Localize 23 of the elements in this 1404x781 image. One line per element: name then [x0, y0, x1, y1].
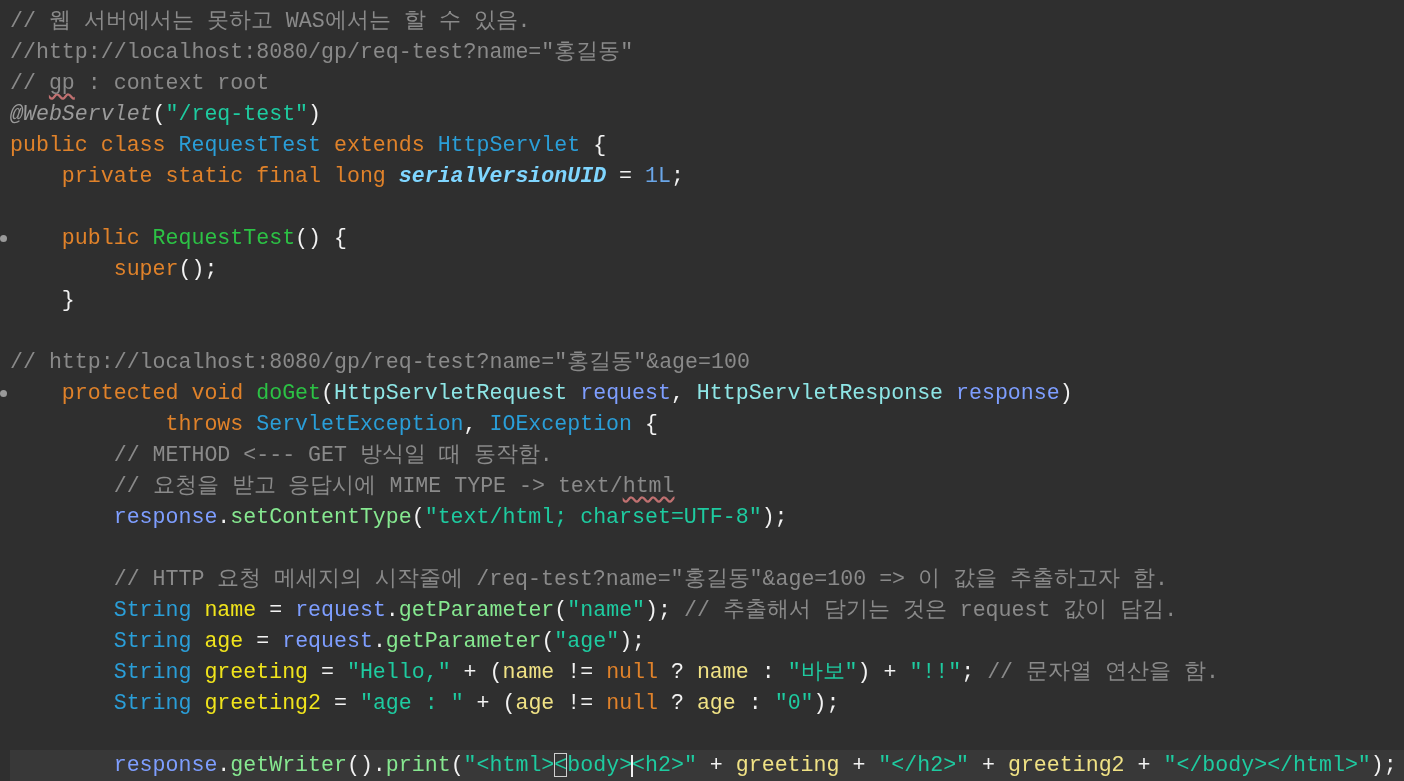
code-line: public RequestTest() {: [60, 225, 347, 252]
code-line: // 웹 서버에서는 못하고 WAS에서는 할 수 있음.: [10, 8, 531, 35]
code-line: throws ServletException, IOException {: [164, 411, 658, 438]
code-line: //http://localhost:8080/gp/req-test?name="홍길동": [10, 39, 634, 66]
code-line: protected void doGet(HttpServletRequest request, HttpServletResponse response): [60, 380, 1073, 407]
code-line: // http://localhost:8080/gp/req-test?name="홍길동"&age=100: [10, 349, 750, 376]
code-line: super();: [112, 256, 218, 283]
code-line: String greeting2 = "age : " + (age != null ? age : "0");: [112, 690, 840, 717]
fold-marker-icon[interactable]: [0, 235, 7, 242]
code-line: public class RequestTest extends HttpServlet {: [10, 132, 607, 159]
code-line: String age = request.getParameter("age");: [112, 628, 646, 655]
fold-marker-icon[interactable]: [0, 390, 7, 397]
code-line: String greeting = "Hello," + (name != null ? name : "바보") + "!!"; // 문자열 연산을 함.: [112, 659, 1219, 686]
code-line: private static final long serialVersionUID = 1L;: [60, 163, 684, 190]
code-line: // gp : context root: [10, 70, 270, 97]
code-line: }: [60, 287, 75, 314]
code-line: @WebServlet("/req-test"): [10, 101, 322, 128]
code-line: // HTTP 요청 메세지의 시작줄에 /req-test?name="홍길동"&age=100 => 이 값을 추출하고자 함.: [112, 566, 1168, 593]
code-line: // 요청을 받고 응답시에 MIME TYPE -> text/html: [112, 473, 675, 500]
code-line: response.getWriter().print("<html><body><h2>" + greeting + "</h2>" + greeting2 + "</body></html>");: [112, 752, 1397, 779]
code-line: // METHOD <--- GET 방식일 때 동작함.: [112, 442, 553, 469]
code-line: String name = request.getParameter("name"); // 추출해서 담기는 것은 request 값이 담김.: [112, 597, 1178, 624]
code-line: response.setContentType("text/html; charset=UTF-8");: [112, 504, 788, 531]
